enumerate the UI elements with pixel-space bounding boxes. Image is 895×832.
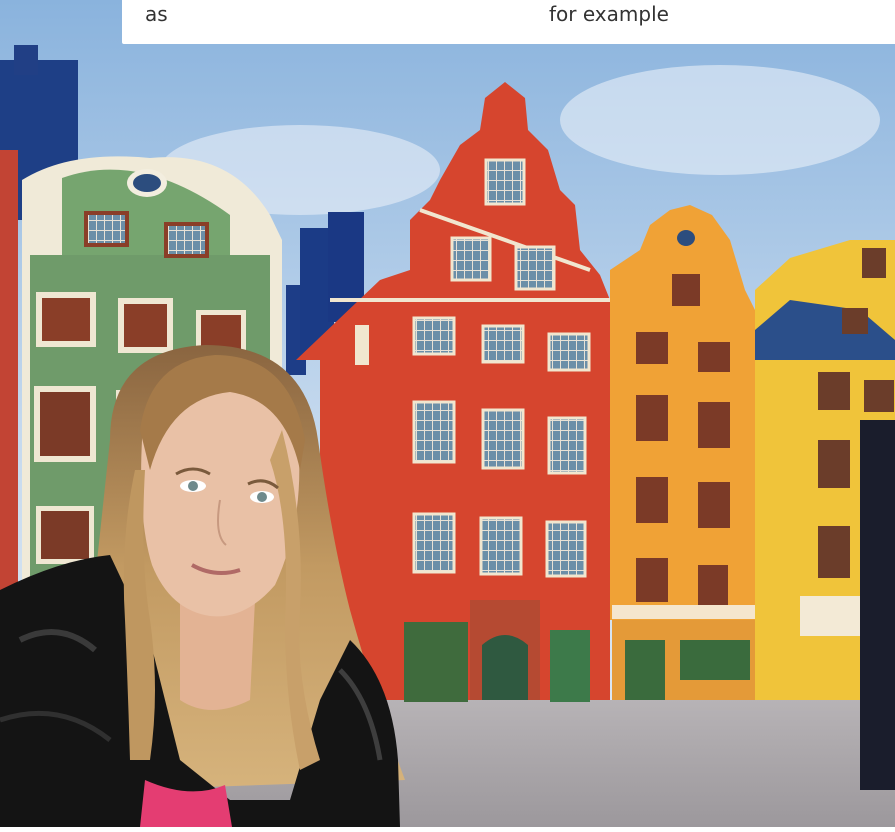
photo (0, 0, 895, 827)
caption-bar (122, 0, 895, 44)
orange-house (610, 205, 762, 700)
caption-right-text: for example (549, 2, 669, 26)
caption-left-text: as (145, 2, 168, 26)
photo-scene: as for example (0, 0, 895, 827)
